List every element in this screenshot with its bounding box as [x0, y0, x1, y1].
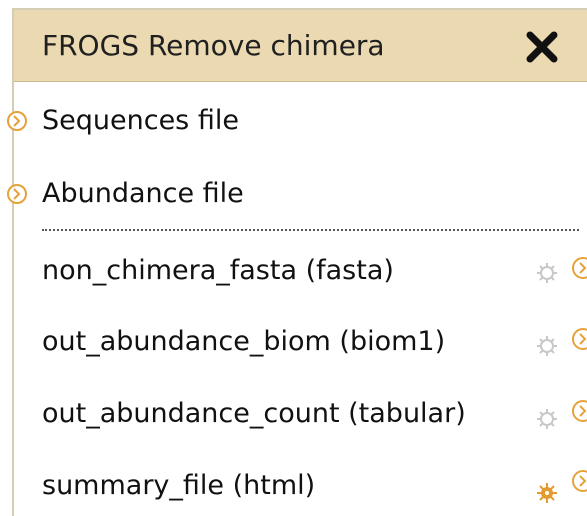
output-row-summary-file: summary_file (html) — [14, 466, 587, 506]
output-terminal-icon[interactable] — [570, 468, 587, 494]
input-row-abundance: Abundance file — [7, 174, 587, 214]
input-label: Sequences file — [42, 105, 239, 136]
inputs-outputs-divider — [42, 229, 579, 231]
input-terminal-icon[interactable] — [6, 183, 28, 205]
output-label: summary_file (html) — [42, 470, 316, 501]
gear-icon[interactable] — [534, 333, 560, 359]
input-terminal-icon[interactable] — [6, 110, 28, 132]
output-terminal-icon[interactable] — [570, 326, 587, 352]
tool-node[interactable]: FROGS Remove chimera Sequences file Abun… — [7, 8, 587, 516]
output-label: non_chimera_fasta (fasta) — [42, 255, 394, 286]
node-title: FROGS Remove chimera — [42, 29, 385, 62]
output-label: out_abundance_biom (biom1) — [42, 326, 446, 357]
output-row-out-abundance-biom: out_abundance_biom (biom1) — [14, 322, 587, 362]
output-row-non-chimera-fasta: non_chimera_fasta (fasta) — [14, 251, 587, 291]
gear-icon[interactable] — [534, 480, 560, 506]
close-icon[interactable] — [525, 30, 559, 64]
gear-icon[interactable] — [534, 406, 560, 432]
node-header[interactable]: FROGS Remove chimera — [14, 10, 587, 82]
gear-icon[interactable] — [534, 260, 560, 286]
output-label: out_abundance_count (tabular) — [42, 398, 466, 429]
input-row-sequences: Sequences file — [7, 101, 587, 141]
input-label: Abundance file — [42, 178, 244, 209]
output-terminal-icon[interactable] — [570, 398, 587, 424]
output-terminal-icon[interactable] — [570, 255, 587, 281]
output-row-out-abundance-count: out_abundance_count (tabular) — [14, 394, 587, 434]
